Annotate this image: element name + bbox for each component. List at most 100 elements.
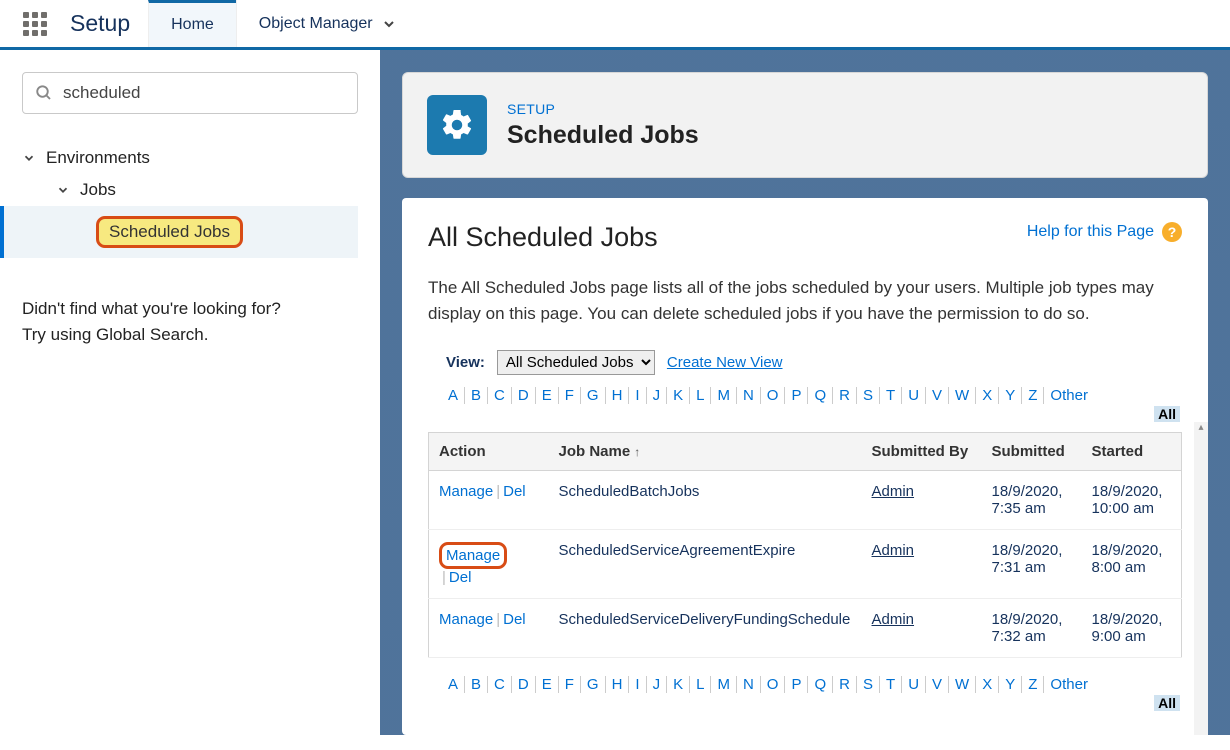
manage-link[interactable]: Manage (439, 483, 493, 500)
alpha-letter[interactable]: J (647, 387, 668, 404)
alpha-letter[interactable]: A (442, 387, 465, 404)
alpha-letter[interactable]: E (536, 676, 559, 693)
alpha-letter[interactable]: I (629, 387, 646, 404)
alpha-letter[interactable]: G (581, 676, 606, 693)
started-cell: 18/9/2020, 8:00 am (1082, 529, 1182, 598)
submitted-cell: 18/9/2020, 7:32 am (982, 598, 1082, 657)
alpha-letter[interactable]: Z (1022, 676, 1044, 693)
table-row: Manage|DelScheduledServiceDeliveryFundin… (429, 598, 1182, 657)
submitted-by-link[interactable]: Admin (872, 542, 915, 559)
table-row: Manage|DelScheduledBatchJobsAdmin18/9/20… (429, 470, 1182, 529)
alpha-letter[interactable]: O (761, 676, 786, 693)
sidebar-search[interactable] (22, 72, 358, 114)
submitted-by-link[interactable]: Admin (872, 483, 915, 500)
alpha-letter[interactable]: X (976, 676, 999, 693)
alpha-letter[interactable]: M (711, 676, 737, 693)
scheduled-jobs-table: Action Job Name↑ Submitted By Submitted … (428, 432, 1182, 658)
tree-node-environments[interactable]: Environments (22, 142, 358, 174)
alpha-letter[interactable]: Q (808, 676, 833, 693)
alpha-letter[interactable]: L (690, 676, 711, 693)
alpha-letter[interactable]: S (857, 387, 880, 404)
alpha-letter[interactable]: G (581, 387, 606, 404)
alpha-letter[interactable]: F (559, 387, 581, 404)
alpha-letter[interactable]: H (606, 387, 630, 404)
col-action[interactable]: Action (429, 432, 549, 470)
submitted-cell: 18/9/2020, 7:35 am (982, 470, 1082, 529)
alpha-letter[interactable]: F (559, 676, 581, 693)
alpha-all[interactable]: All (1154, 695, 1180, 711)
alpha-other[interactable]: Other (1044, 676, 1094, 693)
col-submitted[interactable]: Submitted (982, 432, 1082, 470)
alpha-letter[interactable]: P (785, 387, 808, 404)
tree-node-jobs[interactable]: Jobs (22, 174, 358, 206)
alpha-letter[interactable]: I (629, 676, 646, 693)
alpha-letter[interactable]: N (737, 676, 761, 693)
alpha-letter[interactable]: V (926, 676, 949, 693)
gear-icon (427, 95, 487, 155)
delete-link[interactable]: Del (503, 611, 526, 628)
alpha-letter[interactable]: T (880, 387, 902, 404)
job-name-cell: ScheduledServiceDeliveryFundingSchedule (549, 598, 862, 657)
alpha-letter[interactable]: D (512, 676, 536, 693)
table-row: Manage|DelScheduledServiceAgreementExpir… (429, 529, 1182, 598)
alpha-letter[interactable]: O (761, 387, 786, 404)
alpha-letter[interactable]: K (667, 676, 690, 693)
alpha-letter[interactable]: T (880, 676, 902, 693)
alpha-letter[interactable]: Y (999, 676, 1022, 693)
alpha-letter[interactable]: U (902, 387, 926, 404)
alpha-letter[interactable]: J (647, 676, 668, 693)
alpha-letter[interactable]: P (785, 676, 808, 693)
app-launcher-icon[interactable] (0, 0, 70, 47)
alpha-letter[interactable]: U (902, 676, 926, 693)
view-select[interactable]: All Scheduled Jobs (497, 350, 655, 375)
chevron-down-icon (56, 183, 70, 197)
alpha-letter[interactable]: B (465, 387, 488, 404)
alpha-letter[interactable]: R (833, 387, 857, 404)
alpha-letter[interactable]: X (976, 387, 999, 404)
sidebar-search-input[interactable] (63, 83, 345, 103)
alpha-letter[interactable]: N (737, 387, 761, 404)
help-link[interactable]: Help for this Page ? (1027, 222, 1182, 242)
alpha-letter[interactable]: E (536, 387, 559, 404)
tree-node-scheduled-jobs[interactable]: Scheduled Jobs (0, 206, 358, 258)
scrollbar[interactable]: ▴ (1194, 422, 1208, 735)
alpha-letter[interactable]: W (949, 676, 976, 693)
alpha-all[interactable]: All (1154, 406, 1180, 422)
hint-line: Didn't find what you're looking for? (22, 296, 358, 322)
content-card: ▴ Help for this Page ? All Scheduled Job… (402, 198, 1208, 735)
help-icon: ? (1162, 222, 1182, 242)
alpha-letter[interactable]: H (606, 676, 630, 693)
search-icon (35, 84, 53, 102)
alpha-letter[interactable]: Q (808, 387, 833, 404)
alpha-letter[interactable]: S (857, 676, 880, 693)
alpha-letter[interactable]: A (442, 676, 465, 693)
job-name-cell: ScheduledServiceAgreementExpire (549, 529, 862, 598)
nav-tab-home[interactable]: Home (148, 0, 236, 47)
alpha-letter[interactable]: W (949, 387, 976, 404)
manage-link[interactable]: Manage (439, 611, 493, 628)
alpha-letter[interactable]: L (690, 387, 711, 404)
alpha-letter[interactable]: B (465, 676, 488, 693)
alpha-letter[interactable]: Y (999, 387, 1022, 404)
delete-link[interactable]: Del (503, 483, 526, 500)
alpha-letter[interactable]: K (667, 387, 690, 404)
app-title: Setup (70, 0, 148, 47)
alpha-letter[interactable]: R (833, 676, 857, 693)
alpha-letter[interactable]: C (488, 676, 512, 693)
delete-link[interactable]: Del (449, 569, 472, 586)
col-submitted-by[interactable]: Submitted By (862, 432, 982, 470)
alpha-letter[interactable]: C (488, 387, 512, 404)
tree-label: Jobs (80, 180, 116, 200)
alpha-letter[interactable]: D (512, 387, 536, 404)
alpha-letter[interactable]: V (926, 387, 949, 404)
alpha-other[interactable]: Other (1044, 387, 1094, 404)
alpha-letter[interactable]: Z (1022, 387, 1044, 404)
col-started[interactable]: Started (1082, 432, 1182, 470)
nav-tab-object-manager[interactable]: Object Manager (236, 0, 419, 47)
create-new-view-link[interactable]: Create New View (667, 354, 783, 371)
submitted-by-link[interactable]: Admin (872, 611, 915, 628)
col-job-name[interactable]: Job Name↑ (549, 432, 862, 470)
alpha-letter[interactable]: M (711, 387, 737, 404)
submitted-cell: 18/9/2020, 7:31 am (982, 529, 1082, 598)
manage-link[interactable]: Manage (446, 547, 500, 564)
